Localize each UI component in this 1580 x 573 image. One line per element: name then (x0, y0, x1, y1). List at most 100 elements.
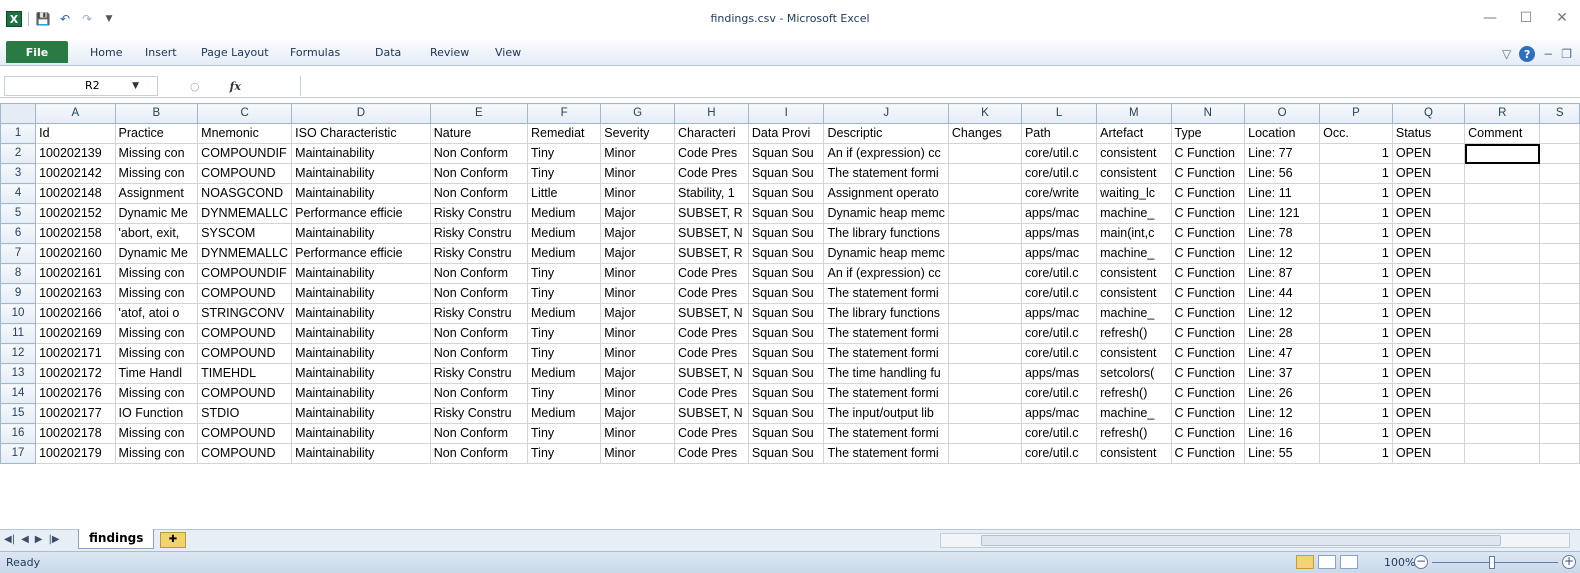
cell[interactable] (1464, 303, 1541, 324)
cell[interactable]: Line: 77 (1244, 143, 1321, 164)
cell[interactable] (1464, 403, 1541, 424)
cell[interactable]: 100202142 (35, 163, 116, 184)
cell[interactable] (947, 223, 1022, 244)
tab-home[interactable]: Home (90, 46, 122, 59)
cell[interactable]: C Function (1170, 403, 1246, 424)
cell[interactable]: 100202158 (35, 223, 116, 244)
select-all-corner[interactable] (0, 103, 37, 124)
column-header[interactable]: H (674, 103, 749, 124)
cell[interactable] (947, 243, 1022, 264)
row-header[interactable]: 15 (0, 403, 37, 424)
insert-function-icon[interactable]: fx (230, 80, 241, 93)
cell[interactable] (1539, 263, 1580, 284)
cell[interactable] (1539, 283, 1580, 304)
insert-sheet-icon[interactable]: ✚ (160, 532, 186, 548)
row-header[interactable]: 9 (0, 283, 37, 304)
cell[interactable]: Line: 16 (1244, 423, 1321, 444)
cell[interactable]: 100202177 (35, 403, 116, 424)
cell[interactable]: Remediat (527, 123, 602, 144)
cell[interactable]: consistent (1096, 263, 1172, 284)
cell[interactable] (947, 343, 1022, 364)
cell[interactable]: Path (1020, 123, 1098, 144)
cell[interactable]: 100202172 (35, 363, 116, 384)
cell[interactable]: The statement formi (823, 323, 949, 344)
tab-insert[interactable]: Insert (145, 46, 177, 59)
cell[interactable]: Minor (600, 183, 676, 204)
cell[interactable]: Dynamic heap memc (823, 243, 949, 264)
cell[interactable]: 100202178 (35, 423, 116, 444)
cell[interactable]: Minor (600, 443, 676, 464)
cell[interactable]: Squan Sou (747, 423, 825, 444)
formula-input[interactable] (300, 76, 1574, 96)
cell[interactable]: Minor (600, 283, 676, 304)
row-header[interactable]: 3 (0, 163, 37, 184)
cell[interactable]: Risky Constru (429, 223, 529, 244)
column-header[interactable]: D (291, 103, 431, 124)
cell[interactable] (947, 163, 1022, 184)
cell[interactable]: 100202176 (35, 383, 116, 404)
cell[interactable]: apps/mas (1020, 363, 1098, 384)
cell[interactable]: TIMEHDL (197, 363, 293, 384)
cell[interactable]: 1 (1319, 243, 1393, 264)
cell[interactable]: The statement formi (823, 423, 949, 444)
cell[interactable]: Line: 78 (1244, 223, 1321, 244)
cell[interactable]: Line: 12 (1244, 303, 1321, 324)
cell[interactable]: 100202166 (35, 303, 116, 324)
cell[interactable]: Squan Sou (747, 303, 825, 324)
cell[interactable]: Nature (429, 123, 529, 144)
cell[interactable]: Missing con (114, 163, 199, 184)
cell[interactable]: setcolors( (1096, 363, 1172, 384)
cell[interactable]: core/util.c (1020, 423, 1098, 444)
column-header[interactable]: S (1539, 103, 1580, 124)
cell[interactable]: Severity (600, 123, 676, 144)
cell[interactable]: Medium (527, 303, 602, 324)
cell[interactable]: Risky Constru (429, 243, 529, 264)
zoom-level[interactable]: 100% (1384, 556, 1415, 569)
cell[interactable]: apps/mac (1020, 203, 1098, 224)
column-header[interactable]: E (429, 103, 529, 124)
cell[interactable]: Non Conform (429, 383, 529, 404)
cell[interactable] (1539, 443, 1580, 464)
cell[interactable]: C Function (1170, 223, 1246, 244)
cell[interactable]: Squan Sou (747, 203, 825, 224)
cell[interactable]: Non Conform (429, 323, 529, 344)
cell[interactable]: STDIO (197, 403, 293, 424)
cell[interactable]: Non Conform (429, 423, 529, 444)
cell[interactable]: Maintainability (291, 403, 431, 424)
cell[interactable] (1539, 323, 1580, 344)
cell[interactable]: COMPOUNDIF (197, 143, 293, 164)
cell[interactable]: Squan Sou (747, 403, 825, 424)
tab-view[interactable]: View (495, 46, 521, 59)
cell[interactable]: 100202163 (35, 283, 116, 304)
row-header[interactable]: 10 (0, 303, 37, 324)
row-header[interactable]: 14 (0, 383, 37, 404)
cell[interactable]: 1 (1319, 423, 1393, 444)
cell[interactable]: SUBSET, R (674, 243, 749, 264)
cell[interactable]: C Function (1170, 263, 1246, 284)
cell[interactable]: OPEN (1391, 303, 1466, 324)
cell[interactable]: Squan Sou (747, 243, 825, 264)
cell[interactable] (1464, 163, 1541, 184)
cell[interactable]: Tiny (527, 443, 602, 464)
cell[interactable] (1464, 243, 1541, 264)
cell[interactable]: 100202152 (35, 203, 116, 224)
cell[interactable]: Squan Sou (747, 223, 825, 244)
help-icon[interactable]: ? (1519, 46, 1536, 62)
row-header[interactable]: 11 (0, 323, 37, 344)
cell[interactable]: OPEN (1391, 423, 1466, 444)
cell[interactable]: Location (1244, 123, 1321, 144)
cell[interactable] (1539, 423, 1580, 444)
cell[interactable]: Missing con (114, 263, 199, 284)
cell[interactable]: Tiny (527, 323, 602, 344)
cell[interactable]: Status (1391, 123, 1466, 144)
cell[interactable]: Tiny (527, 343, 602, 364)
cell[interactable]: Major (600, 223, 676, 244)
tab-review[interactable]: Review (430, 46, 469, 59)
cell[interactable]: The time handling fu (823, 363, 949, 384)
cell[interactable]: 100202171 (35, 343, 116, 364)
cell[interactable]: 1 (1319, 183, 1393, 204)
zoom-slider-thumb[interactable] (1489, 556, 1495, 569)
cell[interactable]: COMPOUND (197, 423, 293, 444)
cell[interactable]: Id (35, 123, 116, 144)
cell[interactable]: Squan Sou (747, 163, 825, 184)
